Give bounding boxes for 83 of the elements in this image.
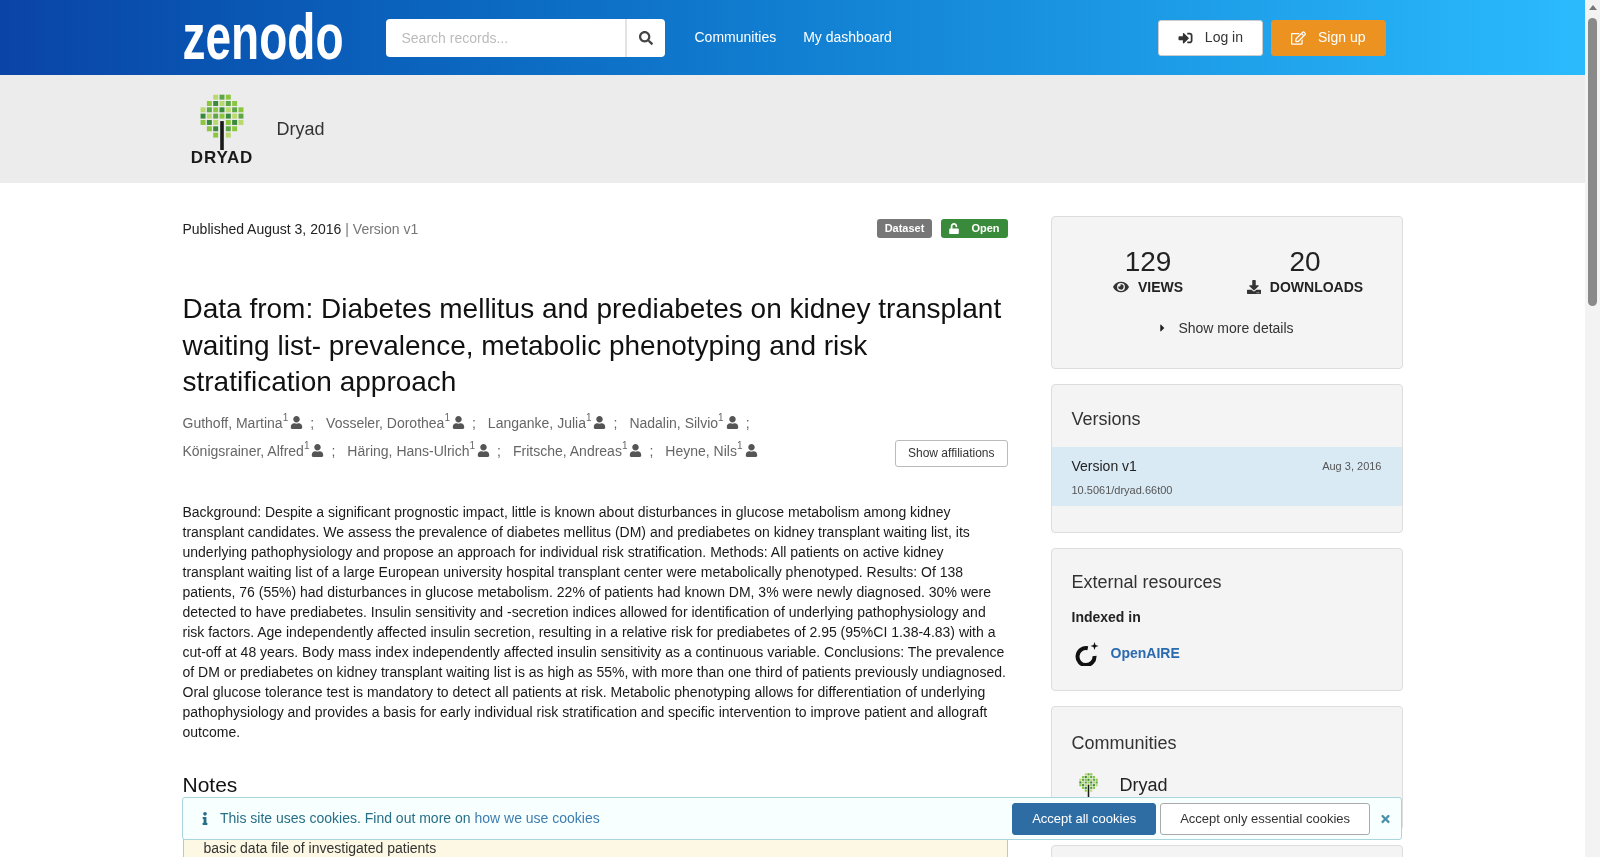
abstract-text: Background: Despite a significant prognostic impact, little is known about disturbances in glucose metabolism among kidney transplant candidates. We assess the prevalence of diabetes mellitus (DM) and prediabetes on kidney transplant waiting list, its underlying pathophysiology and propose an approach for individual risk stratification. Methods: All patients on active kidney transplant waiting list of a large European university hospital transplant center were metabolically phenotyped. Results: Of 138 patients, 76 (55%) had disturbances in glucose metabolism. 22% of patients had known DM, 3% were newly diagnosed. 30% were detected to have prediabetes. Insulin sensitivity and -secretion indices allowed for identification of underlying pathophysiology and risk factors. Age independently affected insulin secretion, resulting in a relative risk for prediabetes of 2.95 (95%CI 1.38-4.83) with a cut-off at 48 years. Body mass index independently affected insulin sensitivity as a continuous variable. Conclusions: The prevalence of DM or prediabetes on kidney transplant waiting list is as high as 55%, with more than one third of patients previously undiagnosed. Oral glucose tolerance test is mandatory to detect all patients at risk. Metabolic phenotyping allows for differentiation of underlying pathophysiology and provides a basis for early individual risk stratification and specific intervention to improve patient and allograft outcome. <box>182 502 1007 742</box>
search-field[interactable]: Search records... <box>386 18 626 57</box>
stat-count: 20 <box>1289 246 1321 278</box>
author-separator: ; <box>310 413 315 433</box>
author-name: Vosseler, Dorothea <box>326 413 445 433</box>
search-button[interactable] <box>625 18 666 57</box>
version-label: | Version v1 <box>345 219 419 239</box>
cookie-message: This site uses cookies. Find out more on how we use cookies <box>220 809 600 828</box>
version-row[interactable]: Version v1 Aug 3, 2016 10.5061/dryad.66t00 <box>1051 447 1402 506</box>
edit-icon <box>1291 30 1306 45</box>
logo-text: DRYAD <box>190 149 254 165</box>
accept-essential-button[interactable]: Accept only essential cookies <box>1160 802 1370 835</box>
notes-heading: Notes <box>182 771 239 798</box>
unlock-icon <box>949 223 960 234</box>
person-icon <box>744 444 758 457</box>
person-icon <box>629 444 643 457</box>
author-separator: ; <box>613 413 618 433</box>
community-link[interactable]: Dryad <box>1119 771 1168 799</box>
arc-logo-icon <box>1073 640 1099 666</box>
search-icon <box>639 30 654 45</box>
affiliation-number: 1 <box>621 439 628 451</box>
close-button[interactable] <box>1380 812 1391 825</box>
stat-label: DOWNLOADS <box>1269 278 1364 296</box>
nav-link[interactable]: Communities <box>694 27 777 48</box>
person-icon <box>290 416 304 429</box>
affiliation-number: 1 <box>282 411 289 423</box>
access-badge: Open <box>941 219 1008 238</box>
communities-heading: Communities <box>1071 732 1178 755</box>
stat-count: 129 <box>1124 246 1172 278</box>
author-name: Königsrainer, Alfred <box>182 442 304 461</box>
show-affiliations-button[interactable]: Show affiliations <box>895 439 1008 467</box>
external-resources-heading: External resources <box>1071 571 1223 594</box>
info-icon <box>202 812 208 825</box>
person-icon <box>725 416 739 429</box>
author-name: Nadalin, Silvio <box>629 414 719 433</box>
caret-icon <box>1159 322 1167 334</box>
author-name: Fritsche, Andreas <box>512 442 622 461</box>
person-icon <box>477 444 491 457</box>
author-name: Guthoff, Martina <box>182 414 283 433</box>
author-name: Häring, Hans-Ulrich <box>347 442 470 461</box>
versions-heading: Versions <box>1070 408 1142 431</box>
version-name: Version v1 <box>1071 457 1137 475</box>
stat-label: VIEWS <box>1137 278 1184 296</box>
affiliation-number: 1 <box>736 439 743 451</box>
author-separator: ; <box>497 441 501 461</box>
version-date: Aug 3, 2016 <box>1322 459 1382 473</box>
resource-link[interactable]: OpenAIRE <box>1110 642 1180 664</box>
scrollbar[interactable] <box>1585 0 1600 857</box>
person-icon <box>311 444 325 457</box>
close-icon <box>1380 812 1391 825</box>
record-title: Data from: Diabetes mellitus and prediabetes on kidney transplant waiting list- prevalence, metabolic phenotyping and risk stratification approach <box>182 292 1003 399</box>
tree-logo <box>199 93 245 150</box>
sign-in-icon <box>1177 30 1193 45</box>
community-name[interactable]: Dryad <box>276 115 325 143</box>
affiliation-number: 1 <box>718 411 724 423</box>
author-name: Heyne, Nils <box>665 442 737 461</box>
publication-date: Published August 3, 2016 <box>182 219 342 239</box>
affiliation-number: 1 <box>469 439 476 451</box>
show-more-details-button[interactable]: Show more details <box>1159 318 1294 338</box>
cookie-policy-link[interactable]: how we use cookies <box>474 810 600 826</box>
scrollbar-thumb[interactable] <box>1588 18 1597 306</box>
affiliation-number: 1 <box>444 411 450 423</box>
notes-text: basic data file of investigated patients <box>203 839 438 856</box>
tree-icon <box>1078 773 1098 797</box>
download-icon <box>1246 280 1261 294</box>
affiliation-number: 1 <box>585 411 592 423</box>
version-doi: 10.5061/dryad.66t00 <box>1071 483 1174 497</box>
author-separator: ; <box>745 413 750 433</box>
affiliation-number: 1 <box>303 439 310 451</box>
nav-link[interactable]: My dashboard <box>803 27 892 48</box>
eye-icon <box>1112 280 1129 294</box>
indexed-in-label: Indexed in <box>1071 608 1142 627</box>
person-icon <box>451 416 465 429</box>
author-separator: ; <box>649 441 654 461</box>
resource-type-badge: Dataset <box>876 219 933 238</box>
author-separator: ; <box>471 413 476 433</box>
login-button[interactable]: Log in <box>1157 19 1263 56</box>
accept-all-button[interactable]: Accept all cookies <box>1012 802 1157 835</box>
person-icon <box>593 416 607 429</box>
author-name: Langanke, Julia <box>487 414 586 433</box>
site-logo[interactable]: zenodo <box>182 3 344 69</box>
scroll-up-arrow-icon[interactable] <box>1588 5 1597 10</box>
author-separator: ; <box>331 441 336 461</box>
